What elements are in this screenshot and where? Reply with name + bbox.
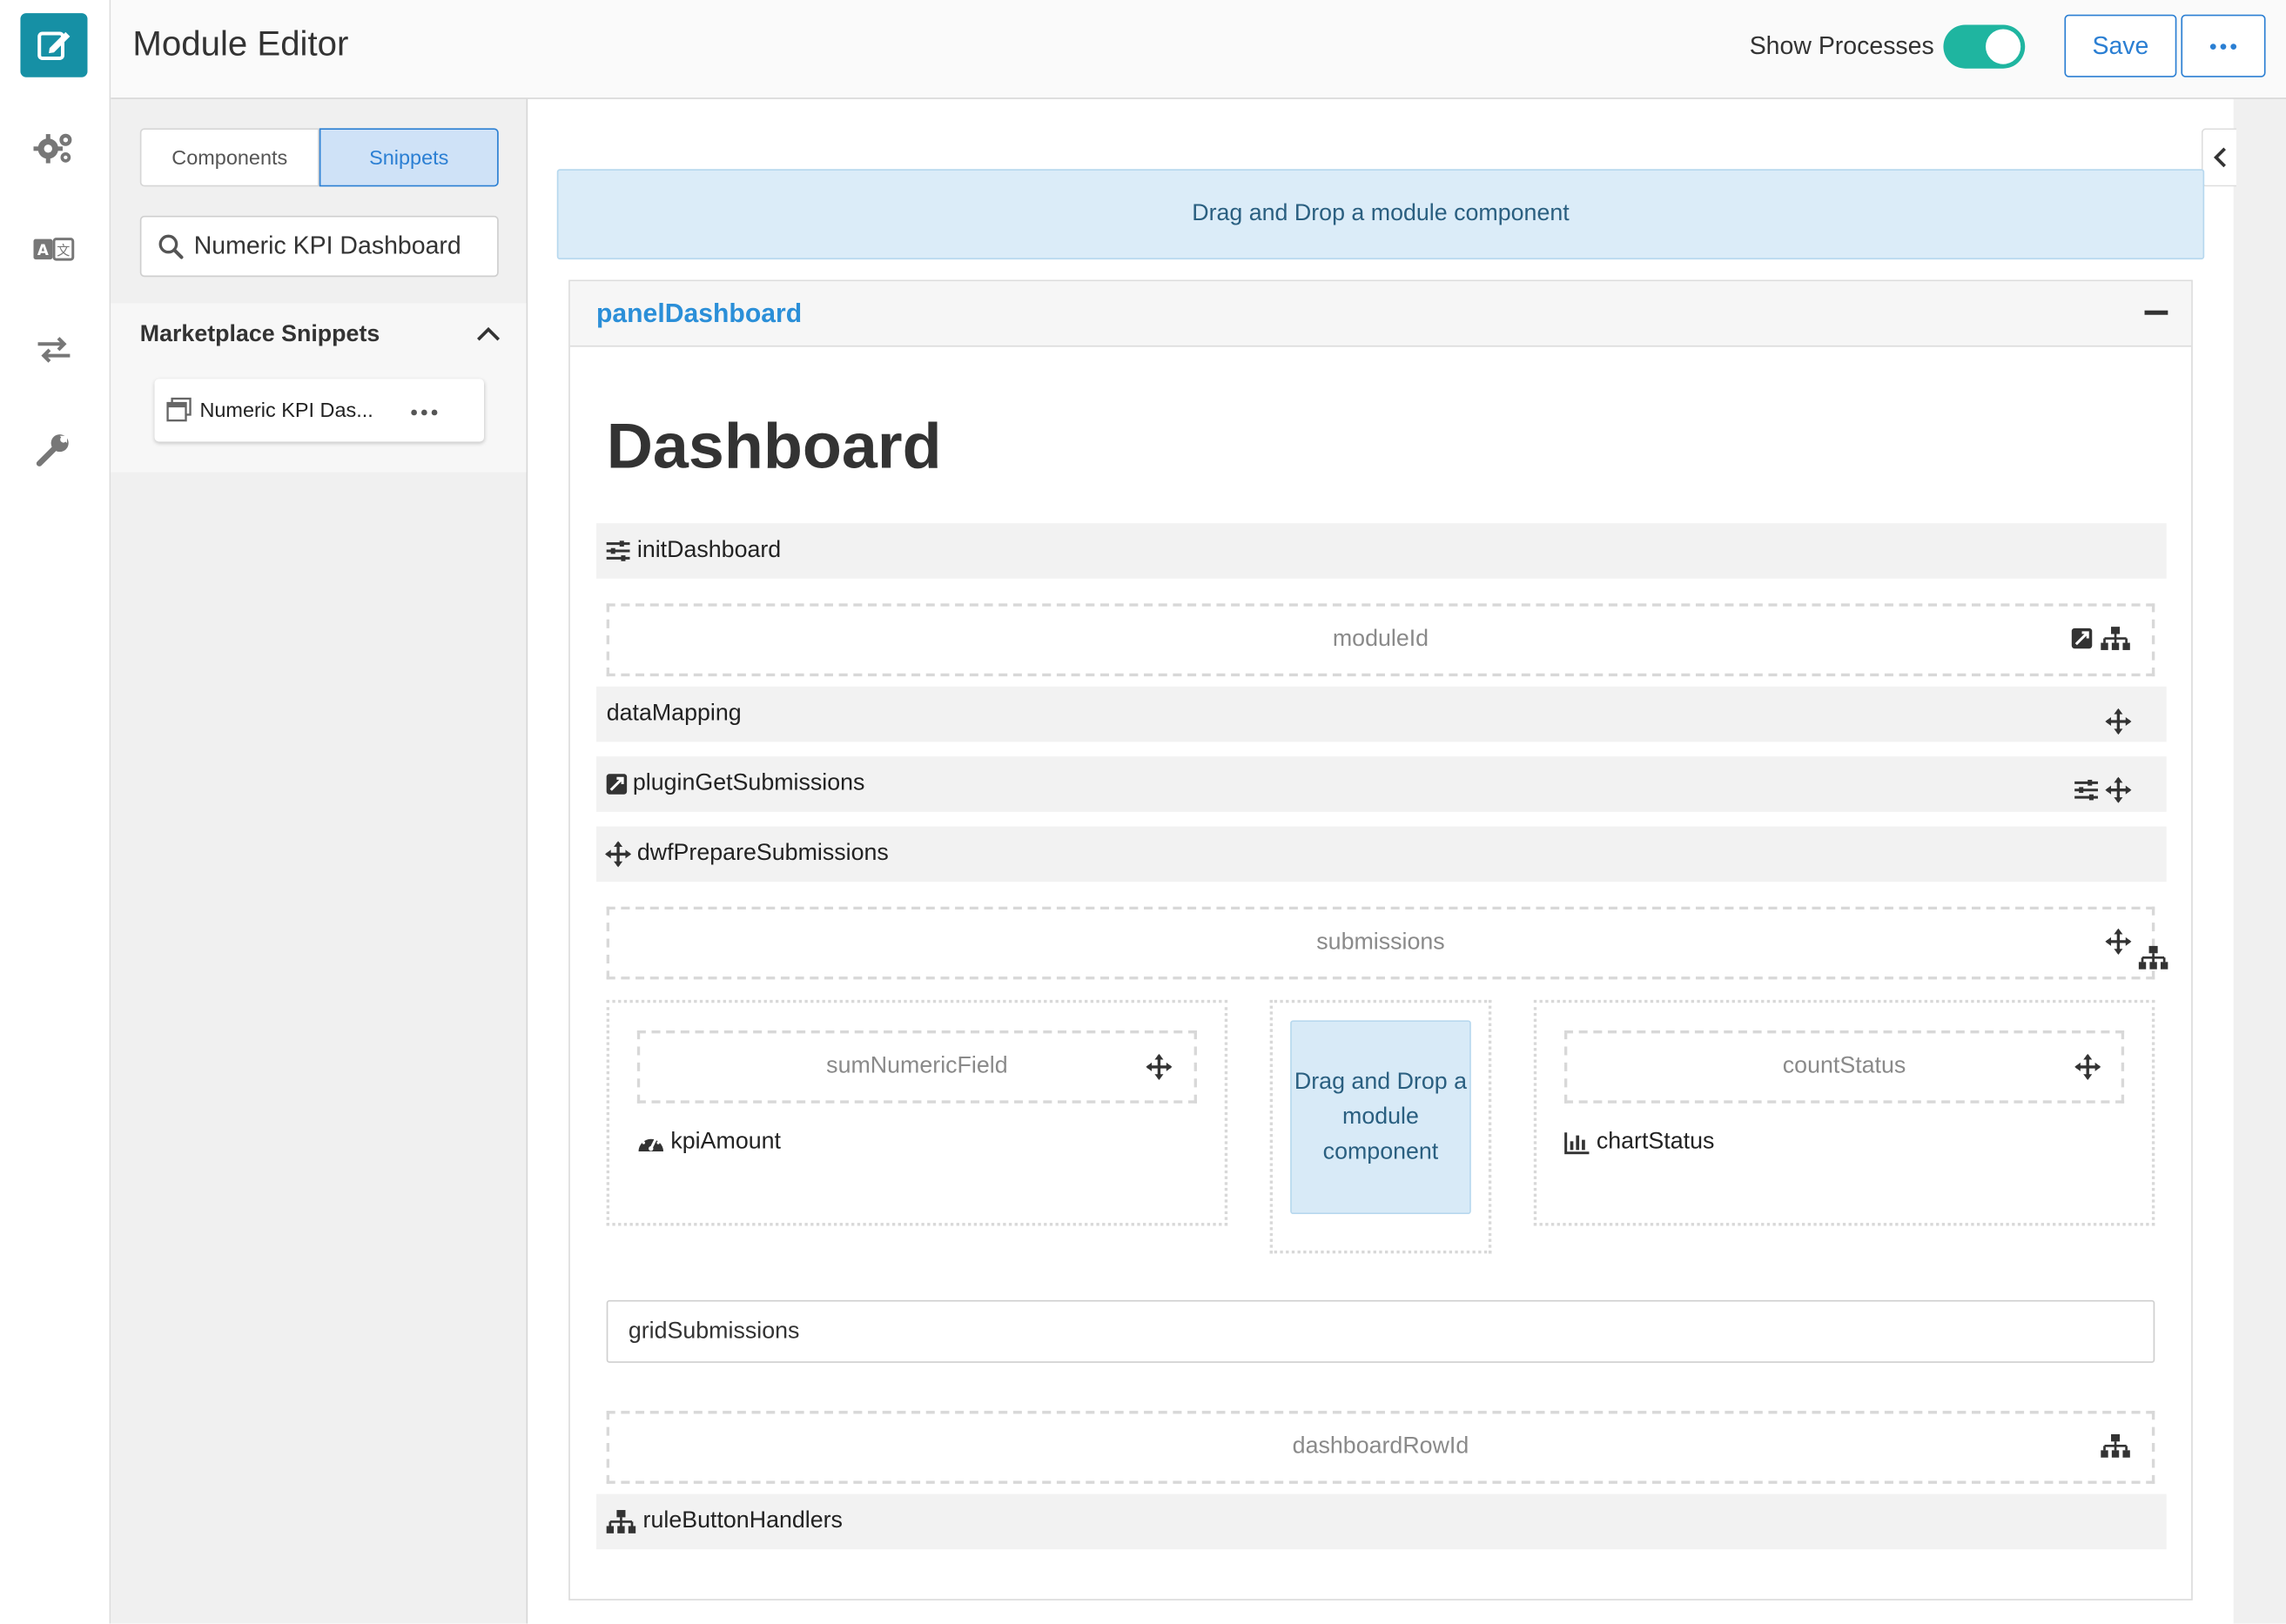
rule-button-handlers-row[interactable]: ruleButtonHandlers — [595, 1493, 2167, 1550]
snippet-search — [139, 215, 499, 278]
row-label: ruleButtonHandlers — [642, 1508, 843, 1533]
row-label: initDashboard — [636, 537, 782, 563]
panel-title[interactable]: panelDashboard — [596, 299, 802, 329]
top-header: Module Editor Show Processes Save — [111, 0, 2286, 99]
count-status-field[interactable]: countStatus — [1563, 1030, 2125, 1104]
module-editor-app: A 文 Module Editor Show Processes Save Co… — [0, 0, 2286, 1624]
sliders-icon — [2073, 778, 2099, 809]
toggle-knob — [1985, 29, 2021, 64]
column-dropzone[interactable]: Drag and Drop a module component — [1290, 1020, 1471, 1215]
grid-label: gridSubmissions — [628, 1319, 800, 1345]
row-label: pluginGetSubmissions — [632, 770, 865, 796]
move-icon[interactable] — [2105, 776, 2132, 811]
tab-components[interactable]: Components — [139, 128, 319, 187]
field-label: countStatus — [1782, 1053, 1906, 1079]
snippet-menu-icon[interactable] — [411, 409, 438, 416]
ellipsis-icon — [2209, 43, 2216, 50]
canvas-edge — [2233, 98, 2286, 1624]
plugin-icon — [605, 773, 629, 803]
minus-icon[interactable] — [2144, 310, 2168, 315]
svg-text:文: 文 — [57, 243, 70, 258]
sitemap-icon — [2137, 944, 2169, 978]
gears-icon[interactable] — [29, 125, 78, 169]
exchange-icon[interactable] — [29, 328, 78, 372]
sitemap-icon — [605, 1508, 637, 1542]
search-input[interactable] — [193, 217, 486, 276]
snippet-label: Numeric KPI Das... — [199, 398, 373, 421]
field-label: sumNumericField — [826, 1053, 1008, 1079]
chevron-left-icon — [2213, 147, 2226, 168]
tab-snippets[interactable]: Snippets — [319, 128, 499, 187]
sum-numeric-field[interactable]: sumNumericField — [636, 1030, 1197, 1104]
grid-submissions[interactable]: gridSubmissions — [606, 1299, 2155, 1363]
sidebar-tabs: Components Snippets — [139, 128, 499, 187]
submissions-field[interactable]: submissions — [606, 906, 2155, 980]
move-icon[interactable] — [2105, 708, 2132, 742]
gauge-icon — [637, 1130, 665, 1162]
dashboard-heading[interactable]: Dashboard — [607, 411, 942, 484]
module-id-field[interactable]: moduleId — [606, 603, 2155, 677]
row-label: dwfPrepareSubmissions — [636, 841, 889, 866]
field-label: submissions — [1316, 929, 1445, 955]
field-label: moduleId — [1332, 627, 1429, 652]
left-rail: A 文 — [0, 0, 111, 1624]
sliders-icon — [605, 540, 631, 570]
field-label: dashboardRowId — [1292, 1433, 1469, 1460]
section-title: Marketplace Snippets — [139, 322, 380, 347]
bar-chart-icon — [1564, 1131, 1590, 1162]
top-dropzone[interactable]: Drag and Drop a module component — [556, 169, 2205, 260]
more-options-button[interactable] — [2181, 14, 2266, 77]
move-icon — [605, 841, 632, 875]
init-dashboard-row[interactable]: initDashboard — [595, 523, 2167, 579]
marketplace-snippets-section: Marketplace Snippets Numeric KPI Das... — [111, 303, 527, 473]
window-icon — [166, 397, 192, 431]
show-processes-toggle[interactable] — [1943, 24, 2026, 69]
plugin-icon — [2070, 627, 2094, 657]
dashboard-row-id-field[interactable]: dashboardRowId — [606, 1411, 2155, 1484]
chevron-up-icon[interactable] — [475, 324, 501, 350]
edit-icon[interactable] — [20, 13, 88, 77]
snippet-item[interactable]: Numeric KPI Das... — [154, 379, 485, 442]
sitemap-icon — [2100, 1433, 2132, 1466]
sitemap-icon — [2100, 625, 2132, 659]
save-button[interactable]: Save — [2064, 14, 2177, 77]
chart-status-label[interactable]: chartStatus — [1597, 1130, 1715, 1156]
svg-text:A: A — [37, 241, 49, 258]
translate-icon[interactable]: A 文 — [29, 227, 78, 271]
sidebar: Components Snippets Marketplace Snippets — [111, 98, 528, 1624]
move-icon[interactable] — [2074, 1053, 2101, 1088]
panel-header: panelDashboard — [569, 281, 2192, 347]
data-mapping-row[interactable]: dataMapping — [595, 686, 2167, 742]
search-icon — [158, 233, 184, 267]
kpi-amount-label[interactable]: kpiAmount — [670, 1130, 781, 1156]
dwf-prepare-submissions-row[interactable]: dwfPrepareSubmissions — [595, 826, 2167, 882]
wrench-icon[interactable] — [29, 428, 78, 472]
page-title: Module Editor — [132, 24, 349, 64]
collapse-panel-button[interactable] — [2201, 128, 2237, 187]
move-icon[interactable] — [1146, 1053, 1173, 1088]
show-processes-label: Show Processes — [1749, 31, 1934, 60]
row-label: dataMapping — [606, 701, 742, 727]
plugin-get-submissions-row[interactable]: pluginGetSubmissions — [595, 756, 2167, 812]
move-icon[interactable] — [2105, 928, 2132, 963]
